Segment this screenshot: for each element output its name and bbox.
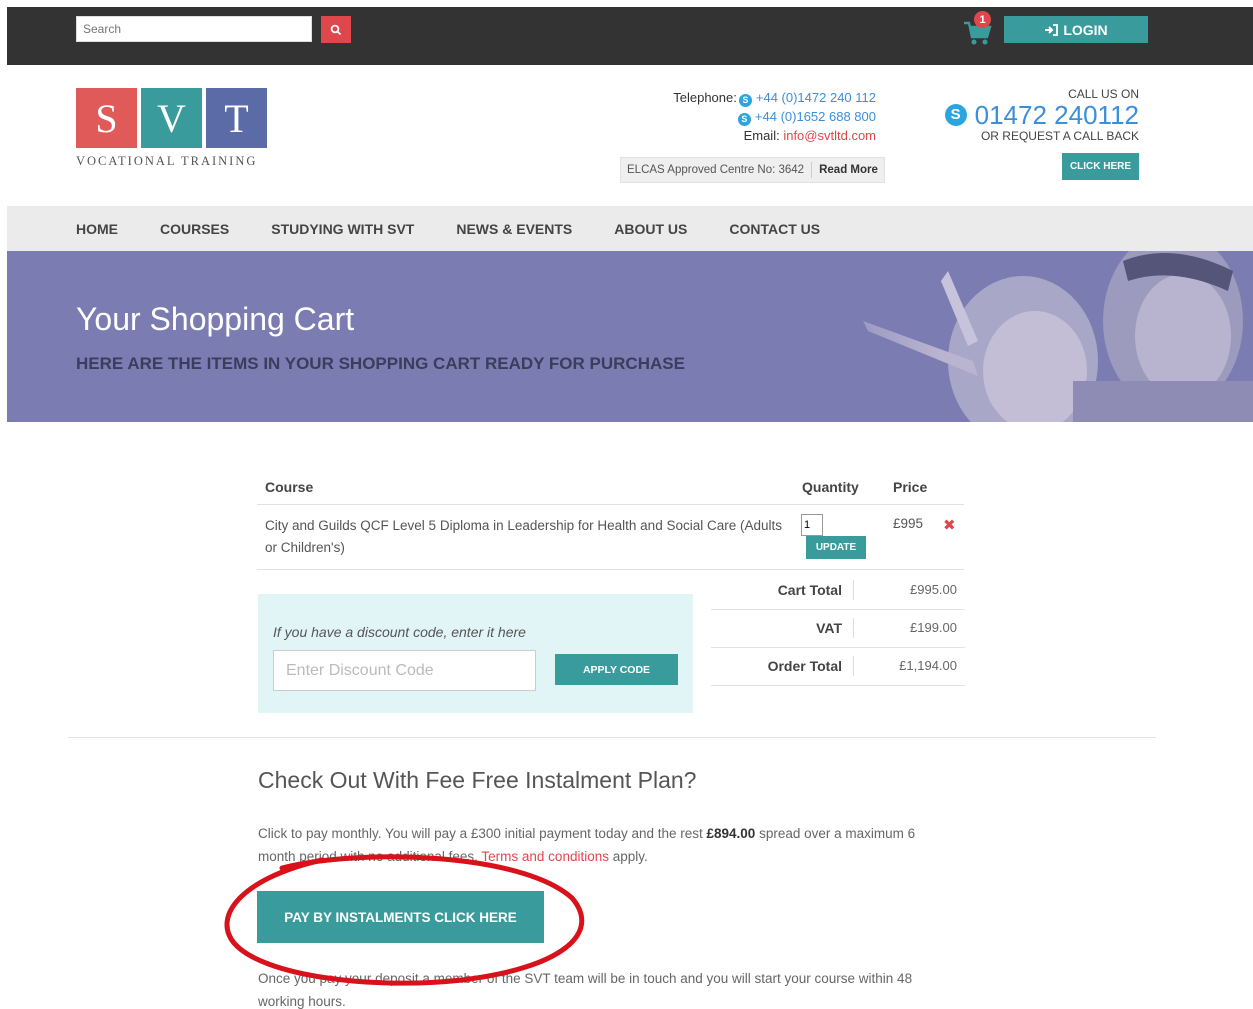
page-title: Your Shopping Cart: [76, 301, 355, 337]
total-value: £995.00: [910, 582, 957, 597]
elcas-badge: ELCAS Approved Centre No: 3642 Read More: [620, 157, 885, 183]
hero-banner: Your Shopping Cart HERE ARE THE ITEMS IN…: [7, 251, 1253, 422]
total-value: £1,194.00: [899, 658, 957, 673]
logo-tile-v: V: [141, 88, 202, 148]
item-price: £995: [893, 516, 924, 531]
total-divider: [853, 580, 854, 600]
call-back-button[interactable]: CLICK HERE: [1062, 153, 1139, 180]
total-label: Order Total: [767, 658, 842, 674]
call-us-label: CALL US ON: [1068, 87, 1139, 101]
total-divider: [853, 656, 854, 676]
instalment-title: Check Out With Fee Free Instalment Plan?: [258, 767, 697, 793]
discount-label: If you have a discount code, enter it he…: [273, 624, 526, 640]
nav-news-events[interactable]: NEWS & EVENTS: [456, 221, 572, 237]
page-subtitle: HERE ARE THE ITEMS IN YOUR SHOPPING CART…: [76, 354, 685, 373]
pay-by-instalments-button[interactable]: PAY BY INSTALMENTS CLICK HERE: [257, 891, 544, 943]
cart-table-header: Course Quantity Price: [257, 475, 964, 505]
instalment-amount: £894.00: [706, 826, 756, 841]
svt-logo[interactable]: S V T VOCATIONAL TRAINING: [76, 88, 267, 169]
logo-tile-t: T: [206, 88, 267, 148]
search-input[interactable]: [76, 16, 312, 42]
login-button[interactable]: LOGIN: [1004, 16, 1148, 43]
discount-panel: If you have a discount code, enter it he…: [258, 594, 693, 713]
update-button[interactable]: UPDATE: [806, 536, 866, 559]
terms-link[interactable]: Terms and conditions: [481, 849, 609, 864]
apply-code-button[interactable]: APPLY CODE: [555, 654, 678, 685]
nav-studying-with-svt[interactable]: STUDYING WITH SVT: [271, 221, 414, 237]
total-label: VAT: [816, 620, 842, 636]
instalment-description: Click to pay monthly. You will pay a £30…: [258, 822, 948, 868]
telephone-label: Telephone:: [673, 90, 737, 105]
total-row-order-total: Order Total £1,194.00: [711, 648, 965, 686]
cart-totals: Cart Total £995.00 VAT £199.00 Order Tot…: [711, 572, 965, 686]
total-label: Cart Total: [777, 582, 842, 598]
login-label: LOGIN: [1063, 21, 1108, 38]
total-divider: [853, 618, 854, 638]
nav-courses[interactable]: COURSES: [160, 221, 229, 237]
table-row: City and Guilds QCF Level 5 Diploma in L…: [257, 506, 964, 570]
skype-icon: S: [944, 104, 967, 126]
email-label: Email:: [743, 128, 780, 143]
logo-subtitle: VOCATIONAL TRAINING: [76, 154, 258, 168]
call-us-number-row: S 01472 240112: [920, 101, 1139, 129]
instalment-after-text: Once you pay your deposit a member of th…: [258, 971, 913, 1009]
main-nav: HOME COURSES STUDYING WITH SVT NEWS & EV…: [7, 206, 1253, 251]
total-value: £199.00: [910, 620, 957, 635]
login-icon: [1045, 23, 1059, 36]
quantity-input[interactable]: [801, 514, 823, 536]
contact-details: Telephone: S +44 (0)1472 240 112 S +44 (0)1…: [560, 88, 876, 145]
hero-photo: [773, 251, 1253, 422]
remove-icon[interactable]: ✖: [943, 516, 956, 534]
elcas-divider: [811, 162, 813, 178]
call-us-block: CALL US ON S 01472 240112 OR REQUEST A C…: [920, 87, 1139, 143]
header-price: Price: [893, 479, 928, 495]
phone-number-1[interactable]: +44 (0)1472 240 112: [756, 90, 876, 105]
total-row-cart-total: Cart Total £995.00: [711, 572, 965, 610]
search-button[interactable]: [321, 16, 351, 43]
call-back-label: OR REQUEST A CALL BACK: [980, 129, 1139, 143]
cart-count-badge: 1: [974, 11, 991, 28]
email-link[interactable]: info@svtltd.com: [783, 128, 876, 143]
top-bar: 1 LOGIN: [7, 7, 1253, 65]
skype-icon: S: [737, 113, 751, 126]
search-icon: [330, 24, 342, 35]
elcas-text: ELCAS Approved Centre No: 3642: [627, 164, 805, 176]
read-more-link[interactable]: Read More: [819, 164, 878, 176]
call-us-number[interactable]: 01472 240112: [975, 101, 1139, 129]
nav-home[interactable]: HOME: [76, 221, 118, 237]
logo-tiles: S V T: [76, 88, 267, 148]
phone-number-2[interactable]: +44 (0)1652 688 800: [755, 109, 876, 124]
course-name: City and Guilds QCF Level 5 Diploma in L…: [265, 518, 783, 555]
discount-code-input[interactable]: Enter Discount Code: [273, 650, 536, 691]
nav-contact-us[interactable]: CONTACT US: [729, 221, 820, 237]
total-row-vat: VAT £199.00: [711, 610, 965, 648]
nav-about-us[interactable]: ABOUT US: [614, 221, 687, 237]
instalment-text-before: Click to pay monthly. You will pay a £30…: [258, 826, 707, 841]
header-quantity: Quantity: [802, 479, 859, 495]
instalment-text-after: apply.: [608, 849, 648, 864]
skype-icon: S: [738, 94, 752, 107]
header-course: Course: [265, 479, 314, 495]
section-divider: [68, 737, 1156, 738]
logo-tile-s: S: [76, 88, 137, 148]
